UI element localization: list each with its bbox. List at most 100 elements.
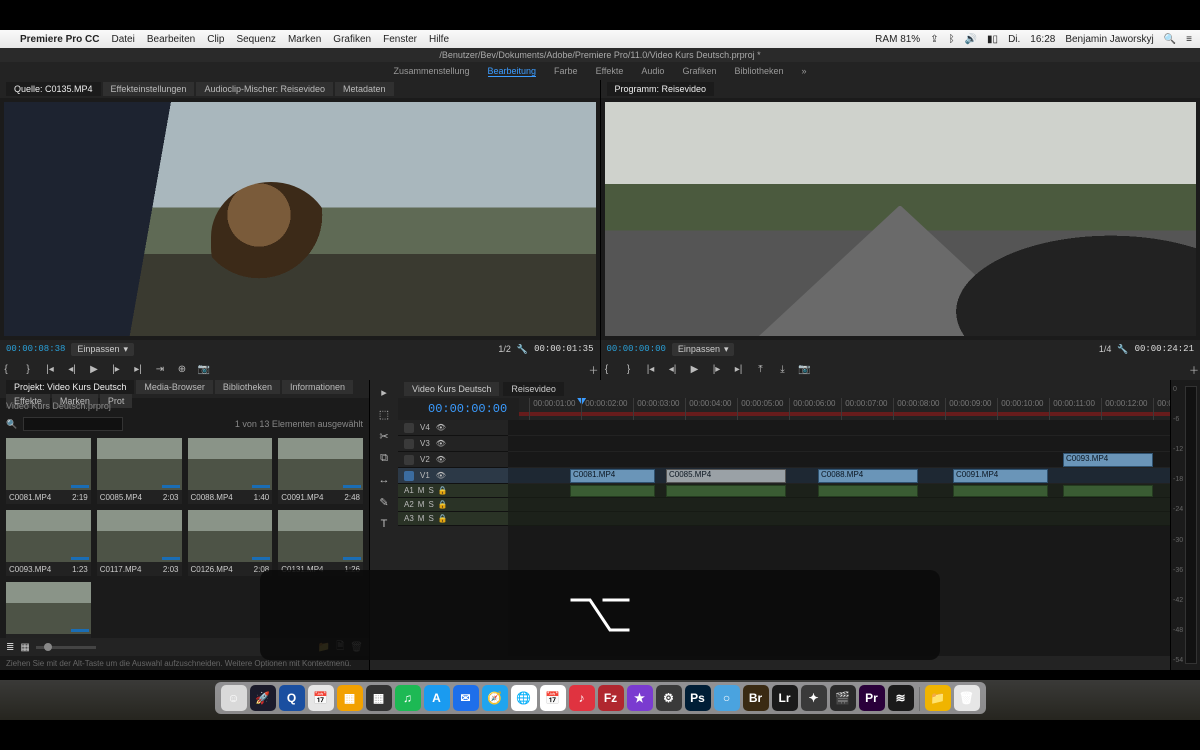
timeline-ruler[interactable] (519, 398, 1170, 420)
tab-effect-controls[interactable]: Effekteinstellungen (103, 82, 195, 96)
ws-grafiken[interactable]: Grafiken (682, 66, 716, 76)
step-back-button[interactable]: ◂| (667, 363, 679, 375)
project-clip[interactable]: C0091.MP42:48 (278, 438, 363, 504)
source-video-frame[interactable] (4, 102, 596, 336)
tab-audio-mixer[interactable]: Audioclip-Mischer: Reisevideo (196, 82, 333, 96)
dock-app[interactable]: 🧭 (482, 685, 508, 711)
dock-app[interactable]: Fz (598, 685, 624, 711)
timeline-audio-clip[interactable] (953, 485, 1048, 497)
track-header-a1[interactable]: A1MS🔒 (398, 484, 508, 498)
timeline-audio-clip[interactable] (818, 485, 918, 497)
dock-app[interactable]: ○ (714, 685, 740, 711)
extract-button[interactable]: ⤓ (777, 363, 789, 375)
ws-zusammenstellung[interactable]: Zusammenstellung (393, 66, 469, 76)
app-name[interactable]: Premiere Pro CC (20, 34, 99, 45)
dock-app[interactable]: Lr (772, 685, 798, 711)
source-in-timecode[interactable]: 00:00:08:38 (6, 344, 65, 354)
menu-datei[interactable]: Datei (111, 34, 134, 45)
tab-info[interactable]: Informationen (282, 380, 353, 394)
track-row-a3[interactable] (508, 512, 1170, 526)
bluetooth-icon[interactable]: ᛒ (949, 34, 955, 45)
tab-metadata[interactable]: Metadaten (335, 82, 394, 96)
type-tool[interactable]: T (375, 516, 393, 532)
program-fit-dropdown[interactable]: Einpassen ▾ (672, 343, 735, 356)
settings-icon[interactable]: 🔧 (517, 344, 528, 355)
dock-app[interactable]: ⚙ (656, 685, 682, 711)
insert-button[interactable]: ⇥ (154, 363, 166, 375)
timeline-audio-clip[interactable] (570, 485, 655, 497)
track-toggle-icon[interactable] (404, 439, 414, 449)
dock-app[interactable]: ♪ (569, 685, 595, 711)
go-to-in-button[interactable]: |◂ (645, 363, 657, 375)
go-to-out-button[interactable]: ▸| (132, 363, 144, 375)
menubar-user[interactable]: Benjamin Jaworskyj (1065, 34, 1153, 45)
dock-app[interactable]: ≋ (888, 685, 914, 711)
wifi-icon[interactable]: ⇪ (930, 34, 938, 45)
work-area-bar[interactable] (519, 412, 1170, 416)
volume-icon[interactable]: 🔊 (965, 34, 977, 45)
track-toggle-icon[interactable] (404, 455, 414, 465)
mark-in-button[interactable]: { (0, 363, 12, 375)
dock-app[interactable]: Pr (859, 685, 885, 711)
track-header-a2[interactable]: A2MS🔒 (398, 498, 508, 512)
dock-app[interactable]: ▦ (337, 685, 363, 711)
timeline-audio-clip[interactable] (1063, 485, 1153, 497)
step-fwd-button[interactable]: |▸ (110, 363, 122, 375)
menu-marken[interactable]: Marken (288, 34, 321, 45)
ws-audio[interactable]: Audio (641, 66, 664, 76)
dock-app[interactable]: 🗑 (954, 685, 980, 711)
dock-app[interactable]: Ps (685, 685, 711, 711)
program-video-frame[interactable] (605, 102, 1197, 336)
export-frame-button[interactable]: 📷 (799, 363, 811, 375)
add-button-icon[interactable]: ＋ (1188, 363, 1200, 375)
go-to-in-button[interactable]: |◂ (44, 363, 56, 375)
dock-app[interactable]: 🚀 (250, 685, 276, 711)
project-clip[interactable]: C0081.MP42:19 (6, 438, 91, 504)
dock-app[interactable]: ☺ (221, 685, 247, 711)
ws-overflow-icon[interactable]: » (802, 66, 807, 76)
timeline-clip[interactable]: C0085.MP4 (666, 469, 786, 483)
dock-app[interactable]: A (424, 685, 450, 711)
step-back-button[interactable]: ◂| (66, 363, 78, 375)
project-clip[interactable]: C0135.MP41:35 (6, 582, 91, 638)
play-button[interactable]: ▶ (689, 363, 701, 375)
tab-source[interactable]: Quelle: C0135.MP4 (6, 82, 101, 96)
timeline-clip[interactable]: C0081.MP4 (570, 469, 655, 483)
mark-out-button[interactable]: } (623, 363, 635, 375)
project-clip[interactable]: C0126.MP42:08 (188, 510, 273, 576)
menu-clip[interactable]: Clip (207, 34, 224, 45)
timeline-clip[interactable]: C0088.MP4 (818, 469, 918, 483)
track-row-a2[interactable] (508, 498, 1170, 512)
menu-sequenz[interactable]: Sequenz (236, 34, 275, 45)
step-fwd-button[interactable]: |▸ (711, 363, 723, 375)
tab-media-browser[interactable]: Media-Browser (136, 380, 213, 394)
dock-app[interactable]: 🎬 (830, 685, 856, 711)
thumbnail-size-slider[interactable] (36, 646, 96, 649)
hand-tool[interactable]: ✎ (375, 494, 393, 510)
track-toggle-icon[interactable] (404, 471, 414, 481)
track-header-v1[interactable]: V1👁 (398, 468, 508, 484)
list-view-icon[interactable]: ≣ (6, 642, 14, 653)
ws-effekte[interactable]: Effekte (596, 66, 624, 76)
dock-app[interactable]: ✦ (801, 685, 827, 711)
project-search-input[interactable] (23, 417, 123, 431)
mark-out-button[interactable]: } (22, 363, 34, 375)
overwrite-button[interactable]: ⊕ (176, 363, 188, 375)
sequence-tab-0[interactable]: Video Kurs Deutsch (404, 382, 499, 396)
timeline-audio-clip[interactable] (666, 485, 786, 497)
dock-app[interactable]: ▦ (366, 685, 392, 711)
track-header-v4[interactable]: V4👁 (398, 420, 508, 436)
slip-tool[interactable]: ⧉ (375, 450, 393, 466)
track-row-v3[interactable] (508, 436, 1170, 452)
settings-icon[interactable]: 🔧 (1117, 344, 1128, 355)
track-row-v4[interactable] (508, 420, 1170, 436)
mark-in-button[interactable]: { (601, 363, 613, 375)
icon-view-icon[interactable]: ▦ (20, 642, 29, 653)
razor-tool[interactable]: ✂ (375, 428, 393, 444)
dock-app[interactable]: 📁 (925, 685, 951, 711)
menu-fenster[interactable]: Fenster (383, 34, 417, 45)
project-clip[interactable]: C0117.MP42:03 (97, 510, 182, 576)
play-button[interactable]: ▶ (88, 363, 100, 375)
dock-app[interactable]: ★ (627, 685, 653, 711)
sequence-tab-1[interactable]: Reisevideo (503, 382, 564, 396)
